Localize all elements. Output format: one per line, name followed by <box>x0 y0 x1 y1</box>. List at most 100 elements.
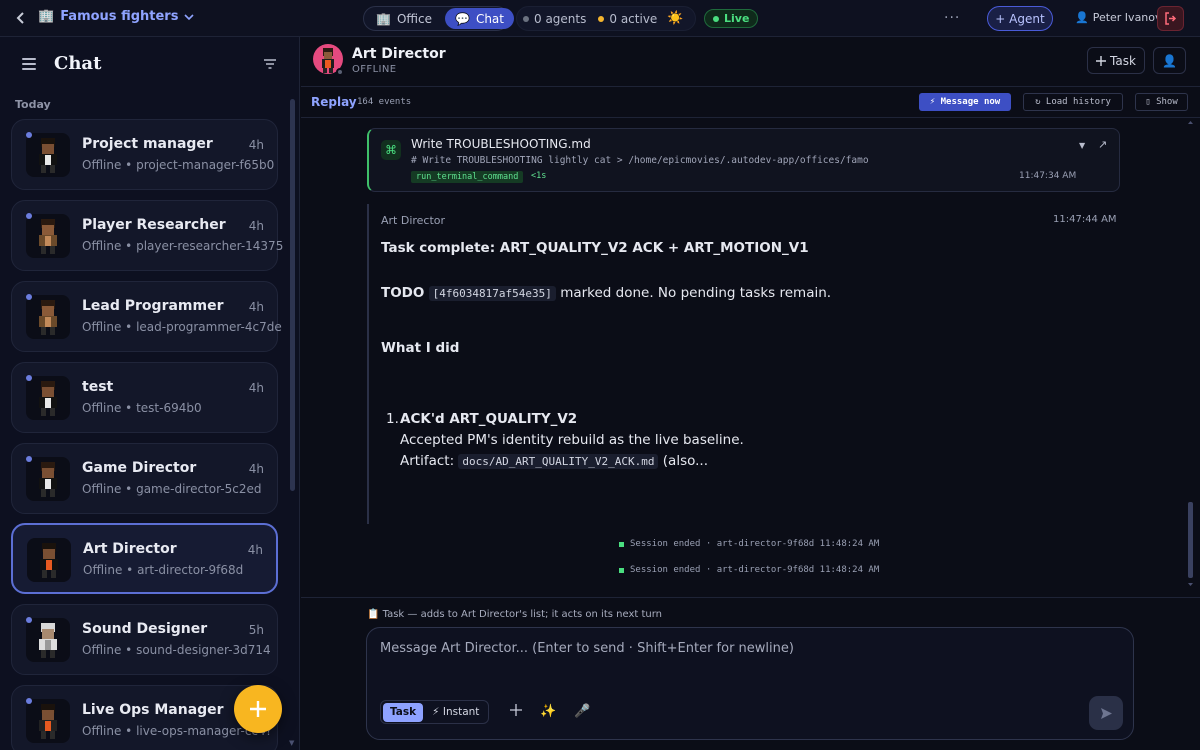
avatar <box>26 699 70 743</box>
add-task-label: Task <box>1110 53 1136 68</box>
tool-tag: run_terminal_command <box>411 171 524 183</box>
sidebar-scrollbar[interactable] <box>290 99 295 491</box>
sidebar-item-name: Player Researcher <box>82 217 226 233</box>
top-bar: 🏢 Famous fighters 🏢 Office 💬 Chat 0 agen… <box>0 0 1200 37</box>
session-status-icon <box>619 541 624 547</box>
feed-scrollbar[interactable] <box>1187 119 1194 589</box>
sidebar-item-sound-designer[interactable]: Sound Designer Offline • sound-designer-3… <box>11 604 278 675</box>
sidebar-item-art-director[interactable]: Art Director Offline • art-director-9f68d… <box>11 523 278 594</box>
send-button[interactable] <box>1089 696 1123 730</box>
sidebar-item-name: Live Ops Manager <box>82 702 224 718</box>
agents-dot-icon <box>523 15 529 22</box>
message-feed: ⌘ Write TROUBLESHOOTING.md # Write TROUB… <box>301 119 1200 597</box>
message-time: 11:47:44 AM <box>1053 214 1117 225</box>
sun-icon[interactable]: ☀️ <box>667 11 683 26</box>
sidebar-item-test[interactable]: test Offline • test-694b0 4h <box>11 362 278 433</box>
agent-stats: 0 agents 0 active ☀️ <box>516 6 696 31</box>
user-menu[interactable]: 👤 Peter Ivanov <box>1075 11 1162 24</box>
message-input-placeholder: Message Art Director... (Enter to send ·… <box>380 641 794 656</box>
sidebar-item-lead-programmer[interactable]: Lead Programmer Offline • lead-programmer… <box>11 281 282 352</box>
load-history-button[interactable]: ↻ Load history <box>1023 93 1123 111</box>
composer: 📋 Task — adds to Art Director's list; it… <box>301 597 1200 750</box>
sidebar-title: Chat <box>54 53 102 74</box>
avatar <box>26 214 70 258</box>
message-now-button[interactable]: ⚡ Message now <box>919 93 1011 111</box>
chat-agent-name: Art Director <box>352 46 446 62</box>
what-i-did-heading: What I did <box>381 340 460 356</box>
avatar <box>26 295 70 339</box>
chat-pane: Art Director OFFLINE Task 👤 Replay 164 e… <box>301 37 1200 750</box>
sidebar-item-time: 5h <box>248 623 264 637</box>
avatar <box>26 618 70 662</box>
add-task-button[interactable]: Task <box>1087 47 1145 74</box>
session-status-icon <box>619 567 624 573</box>
hamburger-menu-icon[interactable] <box>22 58 36 70</box>
attach-plus-icon[interactable] <box>510 704 522 716</box>
add-agent-button[interactable]: + Agent <box>987 6 1053 31</box>
person-icon: 👤 <box>1162 53 1177 68</box>
sidebar-item-game-director[interactable]: Game Director Offline • game-director-5c2… <box>11 443 278 514</box>
session-ended-line: Session ended · art-director-9f68d 11:48… <box>619 565 879 575</box>
building-icon: 🏢 <box>38 9 55 24</box>
message-input[interactable]: Message Art Director... (Enter to send ·… <box>366 627 1134 740</box>
chat-agent-status: OFFLINE <box>352 64 397 75</box>
agents-count-label: 0 agents <box>534 11 587 26</box>
microphone-icon[interactable]: 🎤 <box>574 704 590 719</box>
message-heading: Task complete: ART_QUALITY_V2 ACK + ART_… <box>381 240 809 256</box>
agent-profile-button[interactable]: 👤 <box>1153 47 1186 74</box>
todo-rest: marked done. No pending tasks remain. <box>560 285 832 301</box>
logout-button[interactable] <box>1157 6 1184 31</box>
sidebar-item-name: Lead Programmer <box>82 298 224 314</box>
show-button[interactable]: ▯ Show <box>1135 93 1188 111</box>
artifact-path: docs/AD_ART_QUALITY_V2_ACK.md <box>458 454 659 469</box>
tool-call-card[interactable]: ⌘ Write TROUBLESHOOTING.md # Write TROUB… <box>367 128 1120 192</box>
replay-label[interactable]: Replay <box>311 95 357 109</box>
chat-header: Art Director OFFLINE Task 👤 <box>301 37 1200 87</box>
scroll-down-arrow-icon[interactable]: ▼ <box>289 739 294 747</box>
sidebar-item-project-manager[interactable]: Project manager Offline • project-manager… <box>11 119 278 190</box>
unread-dot <box>26 456 32 462</box>
live-label: Live <box>724 12 750 25</box>
session-ended-line: Session ended · art-director-9f68d 11:48… <box>619 539 879 549</box>
sidebar-item-name: Project manager <box>82 136 213 152</box>
send-icon <box>1100 707 1112 719</box>
todo-id: [4f6034817af54e35] <box>428 286 556 301</box>
tool-time: 11:47:34 AM <box>1019 171 1077 181</box>
live-badge: Live <box>704 9 759 28</box>
office-icon: 🏢 <box>376 11 391 26</box>
sidebar-item-subtitle: Offline • sound-designer-3d714 <box>82 643 271 657</box>
more-menu-icon[interactable]: ··· <box>944 10 960 26</box>
tab-office[interactable]: 🏢 Office <box>366 8 442 29</box>
sidebar-item-player-researcher[interactable]: Player Researcher Offline • player-resear… <box>11 200 283 271</box>
tool-title: Write TROUBLESHOOTING.md <box>411 137 591 151</box>
unread-dot <box>26 698 32 704</box>
offline-status-dot <box>336 68 344 76</box>
chat-sidebar: Chat Today Project manager Offline • proj… <box>0 37 300 750</box>
filter-icon[interactable] <box>264 59 276 69</box>
tab-office-label: Office <box>396 11 432 26</box>
sidebar-item-name: Art Director <box>83 541 177 557</box>
mode-task-button[interactable]: Task <box>383 702 424 722</box>
tab-chat[interactable]: 💬 Chat <box>444 8 514 29</box>
sidebar-item-time: 4h <box>248 300 264 314</box>
caret-down-icon[interactable]: ▼ <box>1079 141 1085 150</box>
back-chevron-icon[interactable] <box>14 10 28 26</box>
chat-bubble-icon: 💬 <box>454 11 470 26</box>
user-name: Peter Ivanov <box>1092 11 1162 24</box>
new-chat-fab-button[interactable] <box>234 685 282 733</box>
tool-command: # Write TROUBLESHOOTING lightly cat > /h… <box>411 155 869 166</box>
sparkles-icon[interactable]: ✨ <box>540 704 556 719</box>
plus-icon <box>250 701 266 717</box>
list-item: 1. ACK'd ART_QUALITY_V2 Accepted PM's id… <box>381 409 1081 472</box>
message-body: Task complete: ART_QUALITY_V2 ACK + ART_… <box>381 238 1081 472</box>
todo-label: TODO <box>381 285 425 301</box>
message-sender: Art Director <box>381 214 446 227</box>
plus-icon <box>1096 55 1107 66</box>
sidebar-item-time: 4h <box>247 543 263 557</box>
sidebar-item-name: test <box>82 379 114 395</box>
workspace-selector[interactable]: 🏢 Famous fighters <box>38 9 195 24</box>
active-dot-icon <box>598 15 605 22</box>
expand-icon[interactable]: ↗ <box>1098 138 1107 151</box>
sidebar-item-name: Sound Designer <box>82 621 208 637</box>
mode-instant-button[interactable]: ⚡ Instant <box>425 703 486 722</box>
